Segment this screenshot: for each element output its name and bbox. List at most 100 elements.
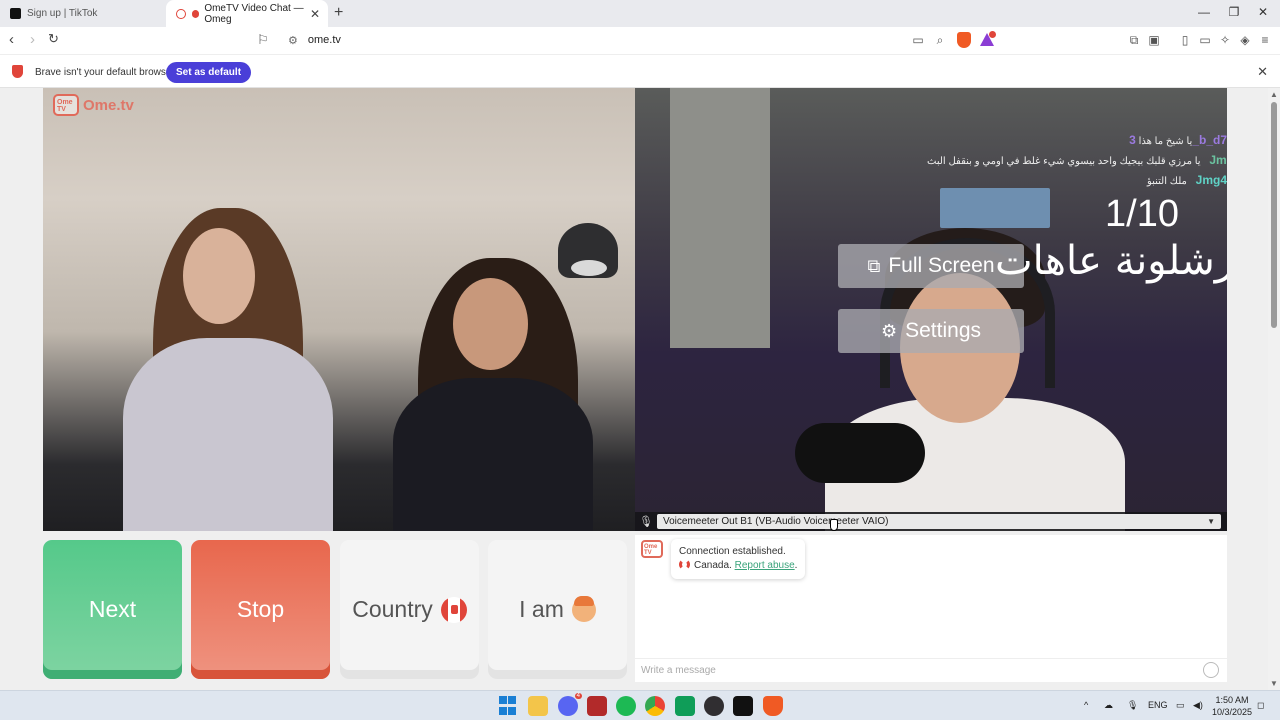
wallet-icon[interactable]: ▭ <box>1197 33 1213 47</box>
back-button[interactable]: ‹ <box>9 31 14 48</box>
gender-label: I am <box>519 596 564 622</box>
connection-status: Connection established. <box>679 546 786 557</box>
page-scrollbar[interactable]: ▲ ▼ <box>1268 88 1280 690</box>
taskbar: 4 ^ ☁ 🎙 ENG ▭ ◀) 1:50 AM 10/3/2025 ◻ <box>0 690 1280 720</box>
terminal-icon[interactable] <box>733 696 753 716</box>
language-indicator[interactable]: ENG <box>1148 700 1168 710</box>
next-label: Next <box>88 596 137 622</box>
tray-app-icon[interactable]: ☁ <box>1104 700 1113 711</box>
microphone-shape <box>795 423 925 483</box>
default-browser-infobar: Brave isn't your default browser Set as … <box>0 54 1280 88</box>
local-video: يا شيخ ما هذا 3_b_d7 يا مرزي قلبك بيجيك … <box>635 88 1227 531</box>
bookmark-icon[interactable]: ⚐ <box>257 32 269 48</box>
obs-icon[interactable] <box>704 696 724 716</box>
stop-label: Stop <box>236 596 285 622</box>
chevron-down-icon: ▼ <box>1207 517 1215 526</box>
chrome-icon[interactable] <box>645 696 665 716</box>
network-icon[interactable]: ▭ <box>1176 700 1185 711</box>
forward-button[interactable]: › <box>30 31 35 48</box>
logo-badge: Ome TV <box>644 544 658 556</box>
microphone-select[interactable]: Voicemeeter Out B1 (VB-Audio Voicemeeter… <box>657 514 1221 529</box>
report-abuse-link[interactable]: Report abuse <box>735 560 795 571</box>
close-window-button[interactable]: ✕ <box>1248 5 1278 19</box>
gender-button[interactable]: I am <box>488 540 627 679</box>
overlay-chat-user: Jmg4 <box>1209 153 1227 167</box>
overlay-title: برشلونة عاهات <box>995 238 1227 284</box>
start-button[interactable] <box>499 696 519 716</box>
cast-icon[interactable]: ▭ <box>910 33 926 47</box>
microphone-icon[interactable]: 🎙 <box>1127 700 1138 711</box>
app-icon[interactable] <box>675 696 695 716</box>
voicemeeter-icon[interactable] <box>587 696 607 716</box>
minimize-button[interactable]: — <box>1189 5 1219 19</box>
infobar-message: Brave isn't your default browser <box>35 67 175 78</box>
country-label: Country <box>352 596 433 622</box>
set-default-button[interactable]: Set as default <box>166 62 252 83</box>
message-input[interactable] <box>641 659 1181 681</box>
person-silhouette <box>183 228 255 324</box>
tab-ometv[interactable]: OmeTV Video Chat — Omeg ✕ <box>166 0 328 27</box>
settings-label: Settings <box>905 319 982 342</box>
emoji-icon[interactable] <box>1203 662 1219 678</box>
scrollbar-thumb[interactable] <box>1271 102 1277 328</box>
chat-panel: Ome TV Connection established. Canada. R… <box>635 535 1227 682</box>
report-suffix: . <box>794 560 798 571</box>
scroll-up-icon[interactable]: ▲ <box>1270 90 1278 99</box>
zoom-icon[interactable]: ⌕ <box>932 33 948 48</box>
overlay-counter: 1/10 <box>1105 193 1179 235</box>
maximize-button[interactable]: ❐ <box>1219 5 1249 19</box>
ometv-favicon-icon <box>176 8 186 19</box>
fullscreen-label: Full Screen <box>888 254 995 277</box>
tab-strip: Sign up | TikTok OmeTV Video Chat — Omeg… <box>0 0 1280 27</box>
discord-icon[interactable]: 4 <box>558 693 582 716</box>
tab-tiktok[interactable]: Sign up | TikTok <box>0 0 166 27</box>
microphone-bar: 🎙 Voicemeeter Out B1 (VB-Audio Voicemeet… <box>635 512 1227 531</box>
media-icon[interactable]: ▣ <box>1146 33 1162 47</box>
sidebar-icon[interactable]: ▯ <box>1177 33 1193 47</box>
clock-time: 1:50 AM <box>1215 695 1249 705</box>
brave-icon[interactable] <box>763 696 783 716</box>
window-shape <box>670 88 770 348</box>
poster-shape <box>940 188 1050 228</box>
lamp-shape <box>571 260 607 276</box>
fullscreen-icon: ⧉ <box>867 255 881 276</box>
overlay-chat-line: يا مرزي قلبك بيجيك واحد بيسوي شيء غلط في… <box>927 153 1227 167</box>
page-content: Ome TV Ome.tv يا شيخ ما هذا 3_b_d7 يا مر… <box>0 88 1280 690</box>
canada-flag-icon <box>440 596 467 623</box>
mouse-cursor <box>830 519 838 531</box>
tab-title: Sign up | TikTok <box>27 8 98 19</box>
site-settings-icon[interactable]: ⚙ <box>288 34 298 47</box>
new-tab-button[interactable]: + <box>334 4 343 22</box>
discord-badge: 4 <box>574 693 582 699</box>
file-explorer-icon[interactable] <box>528 696 548 716</box>
microphone-icon: 🎙 <box>639 516 653 528</box>
volume-icon[interactable]: ◀) <box>1193 700 1203 711</box>
settings-button[interactable]: ⚙ Settings <box>838 309 1024 353</box>
extensions-icon[interactable]: ⧉ <box>1126 33 1142 48</box>
tv-icon: Ome TV <box>53 94 79 116</box>
spotify-icon[interactable] <box>616 696 636 716</box>
partner-country: Canada. <box>694 560 732 571</box>
stop-button[interactable]: Stop <box>191 540 330 679</box>
message-bar <box>635 658 1227 682</box>
ometv-chat-icon: Ome TV <box>641 540 663 558</box>
clock[interactable]: 1:50 AM 10/3/2025 <box>1212 694 1252 718</box>
ometv-logo: Ome TV Ome.tv <box>53 94 134 116</box>
address-bar[interactable]: ⚙ ome.tv <box>280 29 1000 51</box>
person-silhouette <box>123 338 333 531</box>
country-button[interactable]: Country <box>340 540 479 679</box>
menu-icon[interactable]: ≡ <box>1257 33 1273 47</box>
notifications-icon[interactable]: ◻ <box>1257 700 1264 711</box>
scroll-down-icon[interactable]: ▼ <box>1270 679 1278 688</box>
system-message: Connection established. Canada. Report a… <box>671 539 806 579</box>
vpn-icon[interactable]: ◈ <box>1237 33 1253 47</box>
reload-button[interactable]: ↻ <box>48 31 59 47</box>
leo-ai-icon[interactable]: ✧ <box>1217 33 1233 47</box>
microphone-device: Voicemeeter Out B1 (VB-Audio Voicemeeter… <box>663 516 889 527</box>
close-tab-icon[interactable]: ✕ <box>310 7 320 21</box>
tray-chevron-icon[interactable]: ^ <box>1084 700 1088 710</box>
next-button[interactable]: Next <box>43 540 182 679</box>
brave-shields-icon[interactable] <box>957 32 971 48</box>
close-infobar-icon[interactable]: ✕ <box>1257 64 1268 80</box>
overlay-chat-user: Jmg4 <box>1195 173 1227 187</box>
